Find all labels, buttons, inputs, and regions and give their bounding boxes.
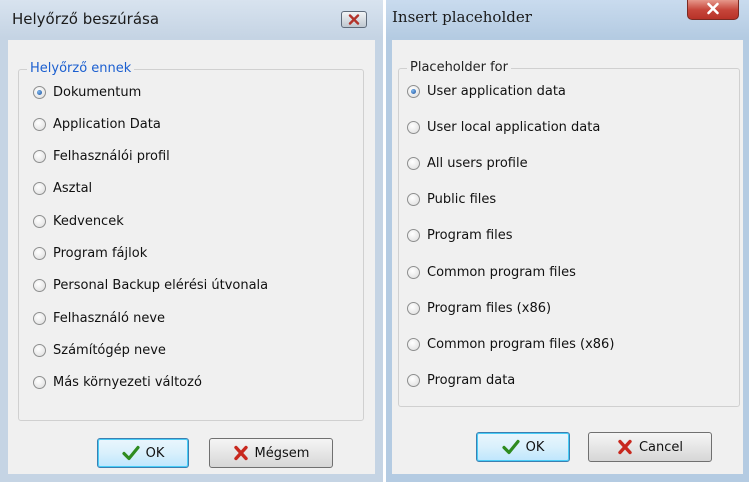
radio-label: Más környezeti változó bbox=[53, 375, 202, 391]
radio-button[interactable] bbox=[407, 301, 420, 315]
dialog-hu: Helyőrző beszúrása Helyőrző ennek Dokume… bbox=[0, 0, 383, 482]
radio-option[interactable]: Program fájlok bbox=[33, 244, 147, 264]
radio-label: All users profile bbox=[427, 155, 528, 171]
dialog-title: Helyőrző beszúrása bbox=[12, 10, 160, 28]
radio-label: Common program files (x86) bbox=[427, 336, 615, 352]
radio-option[interactable]: Common program files bbox=[407, 262, 576, 282]
radio-label: Program data bbox=[427, 373, 516, 389]
radio-label: User local application data bbox=[427, 119, 601, 135]
radio-label: Program files bbox=[427, 228, 513, 244]
ok-button[interactable]: OK bbox=[97, 438, 189, 468]
radio-button[interactable] bbox=[33, 214, 46, 228]
dialog-title: Insert placeholder bbox=[392, 8, 532, 26]
cancel-button[interactable]: Cancel bbox=[588, 432, 712, 462]
radio-option[interactable]: Program files (x86) bbox=[407, 298, 551, 318]
radio-option[interactable]: User local application data bbox=[407, 117, 600, 137]
radio-button[interactable] bbox=[407, 374, 420, 388]
dialog-content: Helyőrző ennek Dokumentum Application Dat… bbox=[8, 40, 375, 474]
dialog-content: Placeholder for User application data Use… bbox=[392, 40, 743, 474]
dialog-en: Insert placeholder Placeholder for User … bbox=[386, 0, 749, 482]
close-button[interactable] bbox=[687, 0, 739, 20]
radio-label: Program files (x86) bbox=[427, 300, 552, 316]
radio-option[interactable]: Felhasználó neve bbox=[33, 308, 165, 328]
radio-option[interactable]: Personal Backup elérési útvonala bbox=[33, 276, 268, 296]
close-button[interactable] bbox=[341, 11, 367, 28]
title-bar[interactable]: Helyőrző beszúrása bbox=[0, 0, 383, 38]
ok-label: OK bbox=[145, 445, 165, 461]
radio-label: Dokumentum bbox=[53, 84, 142, 100]
checkmark-icon bbox=[502, 439, 520, 455]
radio-label: Application Data bbox=[53, 116, 161, 132]
radio-button[interactable] bbox=[407, 120, 420, 134]
radio-label: Program fájlok bbox=[53, 246, 148, 261]
placeholder-group: Placeholder for User application data Use… bbox=[398, 60, 740, 407]
radio-option[interactable]: Számítógép neve bbox=[33, 340, 166, 360]
radio-option[interactable]: All users profile bbox=[407, 153, 528, 173]
radio-label: Kedvencek bbox=[53, 213, 124, 229]
radio-button[interactable] bbox=[33, 311, 46, 325]
close-icon bbox=[348, 14, 360, 25]
radio-button[interactable] bbox=[33, 279, 46, 293]
title-bar[interactable]: Insert placeholder bbox=[386, 0, 749, 38]
radio-label: User application data bbox=[427, 83, 566, 99]
radio-option[interactable]: Common program files (x86) bbox=[407, 334, 614, 354]
radio-button[interactable] bbox=[33, 117, 46, 131]
radio-option[interactable]: User application data bbox=[407, 81, 566, 101]
radio-option[interactable]: Program data bbox=[407, 371, 515, 391]
cancel-label: Cancel bbox=[638, 439, 684, 455]
radio-button[interactable] bbox=[407, 156, 420, 170]
radio-button[interactable] bbox=[33, 247, 46, 260]
radio-label: Felhasználó neve bbox=[53, 310, 166, 326]
checkmark-icon bbox=[122, 445, 140, 461]
radio-button[interactable] bbox=[407, 193, 420, 207]
radio-button[interactable] bbox=[407, 229, 420, 243]
cancel-label: Mégsem bbox=[254, 445, 310, 461]
radio-label: Public files bbox=[427, 192, 497, 208]
radio-option[interactable]: Felhasználói profil bbox=[33, 147, 170, 167]
radio-button[interactable] bbox=[33, 343, 46, 357]
radio-option[interactable]: Public files bbox=[407, 190, 496, 210]
radio-button[interactable] bbox=[407, 337, 420, 351]
radio-label: Personal Backup elérési útvonala bbox=[53, 278, 269, 294]
placeholder-group: Helyőrző ennek Dokumentum Application Dat… bbox=[18, 61, 364, 421]
close-icon bbox=[707, 2, 719, 15]
ok-label: OK bbox=[525, 439, 545, 455]
radio-option[interactable]: Kedvencek bbox=[33, 211, 124, 231]
radio-label: Common program files bbox=[427, 264, 576, 280]
radio-button[interactable] bbox=[33, 150, 46, 164]
radio-option[interactable]: Más környezeti változó bbox=[33, 373, 202, 393]
radio-option[interactable]: Program files bbox=[407, 226, 513, 246]
radio-option[interactable]: Dokumentum bbox=[33, 82, 141, 102]
ok-button[interactable]: OK bbox=[476, 432, 570, 462]
radio-label: Asztal bbox=[53, 181, 93, 197]
x-icon bbox=[233, 445, 249, 461]
radio-button[interactable] bbox=[407, 265, 420, 279]
radio-label: Felhasználói profil bbox=[53, 149, 170, 165]
x-icon bbox=[617, 439, 633, 455]
group-label: Helyőrző ennek bbox=[27, 61, 135, 77]
radio-button[interactable] bbox=[33, 376, 46, 390]
radio-button[interactable] bbox=[33, 85, 46, 99]
cancel-button[interactable]: Mégsem bbox=[209, 438, 333, 468]
radio-button[interactable] bbox=[33, 182, 46, 196]
radio-option[interactable]: Application Data bbox=[33, 114, 161, 134]
radio-label: Számítógép neve bbox=[53, 342, 166, 358]
radio-option[interactable]: Asztal bbox=[33, 179, 92, 199]
group-label: Placeholder for bbox=[407, 60, 511, 76]
radio-button[interactable] bbox=[407, 84, 420, 98]
